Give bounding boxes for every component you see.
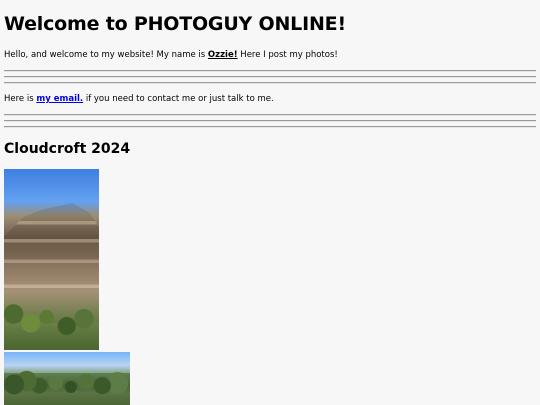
page-title: Welcome to PHOTOGUY ONLINE! [4,13,346,35]
owner-name: Ozzie! [207,50,238,60]
intro-paragraph: Hello, and welcome to my website! My nam… [4,50,338,60]
intro-prefix: Hello, and welcome to my website! My nam… [4,50,208,60]
email-link[interactable]: my email. [36,94,83,104]
contact-paragraph: Here is my email. if you need to contact… [4,94,274,104]
page-root: Welcome to PHOTOGUY ONLINE! Hello, and w… [0,0,540,405]
contact-suffix: if you need to contact me or just talk t… [83,94,274,104]
intro-suffix: Here I post my photos! [237,50,338,60]
horizontal-rule [4,70,536,72]
horizontal-rule [4,114,536,116]
contact-prefix: Here is [4,94,37,104]
horizontal-rule [4,76,536,78]
horizontal-rule [4,126,536,128]
cloudcroft-photo-2 [4,352,130,405]
shrubs [4,290,99,350]
cloudcroft-photo-1 [4,169,99,350]
tree-line [4,362,130,405]
section-title: Cloudcroft 2024 [4,141,131,157]
horizontal-rule [4,120,536,122]
horizontal-rule [4,82,536,84]
